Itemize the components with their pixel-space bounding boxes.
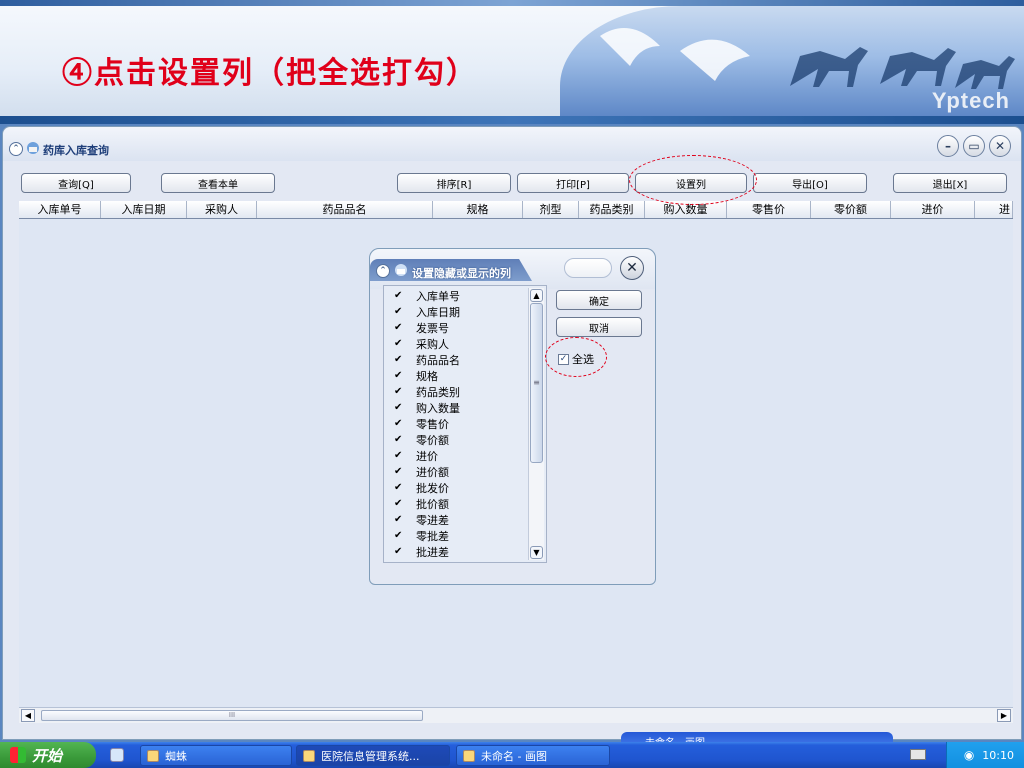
checkbox-checked-icon[interactable]: ✔ <box>394 370 404 381</box>
list-item[interactable]: ✔ 入库单号 <box>394 288 460 303</box>
view-order-button[interactable]: 查看本单 <box>161 173 275 193</box>
scroll-right-icon[interactable]: ▶ <box>997 709 1011 722</box>
export-button[interactable]: 导出[O] <box>753 173 867 193</box>
list-item[interactable]: ✔ 进价 <box>394 448 438 463</box>
banner-bottom-strip <box>0 116 1024 124</box>
annotation-ellipse-select-all <box>545 337 607 377</box>
list-item[interactable]: ✔ 批发价 <box>394 480 449 495</box>
list-item[interactable]: ✔ 零价额 <box>394 432 449 447</box>
checkbox-checked-icon[interactable]: ✔ <box>394 402 404 413</box>
instruction-title: ④点击设置列（把全选打勾） <box>62 56 478 91</box>
checkbox-checked-icon[interactable]: ✔ <box>394 530 404 541</box>
windows-flag-icon <box>10 747 26 763</box>
checkbox-checked-icon[interactable]: ✔ <box>394 434 404 445</box>
quicklaunch-ie-icon[interactable] <box>110 748 124 762</box>
brand-logo-text: Yptech <box>931 88 1010 113</box>
scroll-thumb[interactable]: ≡ <box>530 303 543 463</box>
column-header[interactable]: 进价 <box>891 201 975 218</box>
column-header[interactable]: 零售价 <box>727 201 811 218</box>
taskbar-item-his[interactable]: 医院信息管理系统... <box>296 745 450 766</box>
window-title: 药库入库查询 <box>43 144 109 157</box>
minimize-button[interactable]: – <box>937 135 959 157</box>
column-header[interactable]: 药品类别 <box>579 201 645 218</box>
checkbox-checked-icon[interactable]: ✔ <box>394 306 404 317</box>
print-button[interactable]: 打印[P] <box>517 173 629 193</box>
sort-button[interactable]: 排序[R] <box>397 173 511 193</box>
column-header[interactable]: 采购人 <box>187 201 257 218</box>
column-header[interactable]: 零价额 <box>811 201 891 218</box>
grid-header: 入库单号 入库日期 采购人 药品品名 规格 剂型 药品类别 购入数量 零售价 零… <box>19 201 1013 219</box>
cancel-button[interactable]: 取消 <box>556 317 642 337</box>
ok-button[interactable]: 确定 <box>556 290 642 310</box>
dialog-close-button[interactable]: ✕ <box>620 256 644 280</box>
query-button[interactable]: 查询[Q] <box>21 173 131 193</box>
taskbar-item-paint[interactable]: 未命名 - 画图 <box>456 745 610 766</box>
column-checklist[interactable]: ✔ 入库单号 ✔ 入库日期 ✔ 发票号 ✔ 采购人 ✔ 药品品名 ✔ 规格 ✔ 药品类别 ✔ 购… <box>383 285 547 563</box>
dialog-titlebar[interactable]: ⌃ 设置隐藏或显示的列 ✕ <box>370 249 655 289</box>
list-item[interactable]: ✔ 入库日期 <box>394 304 460 319</box>
close-button[interactable]: ✕ <box>989 135 1011 157</box>
checkbox-checked-icon[interactable]: ✔ <box>394 418 404 429</box>
dialog-decoration-pill <box>564 258 612 278</box>
scroll-up-icon[interactable]: ▲ <box>530 289 543 302</box>
checkbox-checked-icon[interactable]: ✔ <box>394 322 404 333</box>
checkbox-checked-icon[interactable]: ✔ <box>394 338 404 349</box>
list-item[interactable]: ✔ 零进差 <box>394 512 449 527</box>
scroll-thumb[interactable]: III <box>41 710 423 721</box>
checkbox-checked-icon[interactable]: ✔ <box>394 290 404 301</box>
checkbox-checked-icon[interactable]: ✔ <box>394 466 404 477</box>
list-item[interactable]: ✔ 零售价 <box>394 416 449 431</box>
column-header[interactable]: 进 <box>975 201 1013 218</box>
network-icon[interactable]: ◉ <box>964 748 974 762</box>
dialog-app-icon <box>395 264 407 276</box>
checkbox-checked-icon[interactable]: ✔ <box>394 498 404 509</box>
column-header[interactable]: 药品品名 <box>257 201 433 218</box>
list-item[interactable]: ✔ 批进差 <box>394 544 449 559</box>
checkbox-checked-icon[interactable]: ✔ <box>394 514 404 525</box>
list-item[interactable]: ✔ 采购人 <box>394 336 449 351</box>
clock[interactable]: 10:10 <box>982 749 1014 762</box>
list-item[interactable]: ✔ 批价额 <box>394 496 449 511</box>
window-controls: – ▭ ✕ <box>937 135 1011 157</box>
list-item[interactable]: ✔ 发票号 <box>394 320 449 335</box>
system-tray: ◉ 10:10 <box>946 742 1024 768</box>
list-item[interactable]: ✔ 购入数量 <box>394 400 460 415</box>
spider-app-icon <box>147 749 159 762</box>
horizontal-scrollbar[interactable]: ◀ III ▶ <box>19 707 1013 723</box>
checklist-scrollbar[interactable]: ▲ ≡ ▼ <box>528 288 544 560</box>
list-item[interactable]: ✔ 药品类别 <box>394 384 460 399</box>
list-item[interactable]: ✔ 药品品名 <box>394 352 460 367</box>
column-settings-dialog: ⌃ 设置隐藏或显示的列 ✕ ✔ 入库单号 ✔ 入库日期 ✔ 发票号 ✔ 采购人 ✔ 药品品… <box>369 248 656 585</box>
exit-button[interactable]: 退出[X] <box>893 173 1007 193</box>
column-header[interactable]: 入库单号 <box>19 201 101 218</box>
checkbox-checked-icon[interactable]: ✔ <box>394 482 404 493</box>
app-icon <box>27 142 39 154</box>
scroll-left-icon[interactable]: ◀ <box>21 709 35 722</box>
taskbar: 开始 蜘蛛 医院信息管理系统... 未命名 - 画图 ◉ 10:10 <box>0 742 1024 768</box>
start-button[interactable]: 开始 <box>0 742 96 768</box>
checkbox-checked-icon[interactable]: ✔ <box>394 546 404 557</box>
tutorial-banner: ④点击设置列（把全选打勾） Yptech <box>0 0 1024 124</box>
checkbox-checked-icon[interactable]: ✔ <box>394 354 404 365</box>
column-header[interactable]: 剂型 <box>523 201 579 218</box>
collapse-icon[interactable]: ⌃ <box>9 142 23 156</box>
column-header[interactable]: 规格 <box>433 201 523 218</box>
annotation-ellipse-set-columns <box>629 155 757 205</box>
checkbox-checked-icon[interactable]: ✔ <box>394 450 404 461</box>
list-item[interactable]: ✔ 零批差 <box>394 528 449 543</box>
scroll-down-icon[interactable]: ▼ <box>530 546 543 559</box>
his-app-icon <box>303 749 315 762</box>
keyboard-icon[interactable] <box>910 749 926 760</box>
paint-app-icon <box>463 749 475 762</box>
window-titlebar[interactable]: ⌃ 药库入库查询 – ▭ ✕ <box>3 127 1021 161</box>
column-header[interactable]: 入库日期 <box>101 201 187 218</box>
list-item[interactable]: ✔ 规格 <box>394 368 438 383</box>
list-item[interactable]: ✔ 进价额 <box>394 464 449 479</box>
restore-button[interactable]: ▭ <box>963 135 985 157</box>
taskbar-item-spider[interactable]: 蜘蛛 <box>140 745 292 766</box>
collapse-icon[interactable]: ⌃ <box>376 264 390 278</box>
dialog-title: 设置隐藏或显示的列 <box>412 267 511 280</box>
checkbox-checked-icon[interactable]: ✔ <box>394 386 404 397</box>
